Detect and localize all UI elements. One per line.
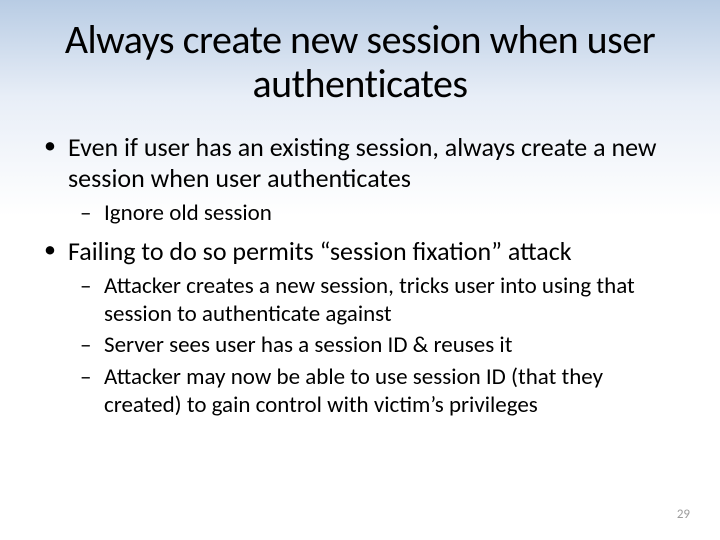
sub-bullet-item: Server sees user has a session ID & reus… [78,332,680,360]
page-number: 29 [677,507,690,522]
slide: Always create new session when user auth… [0,0,720,540]
slide-title: Always create new session when user auth… [40,18,680,106]
bullet-text: Failing to do so permits “session fixati… [68,235,572,267]
bullet-text: Even if user has an existing session, al… [68,131,657,194]
sub-bullet-list: Attacker creates a new session, tricks u… [68,273,680,419]
sub-bullet-item: Ignore old session [78,200,680,228]
sub-bullet-text: Server sees user has a session ID & reus… [104,331,512,359]
bullet-list: Even if user has an existing session, al… [40,132,680,419]
sub-bullet-text: Ignore old session [104,199,272,227]
bullet-item: Failing to do so permits “session fixati… [40,236,680,419]
sub-bullet-text: Attacker may now be able to use session … [104,363,603,419]
sub-bullet-text: Attacker creates a new session, tricks u… [104,272,635,328]
sub-bullet-item: Attacker may now be able to use session … [78,364,680,419]
sub-bullet-list: Ignore old session [68,200,680,228]
sub-bullet-item: Attacker creates a new session, tricks u… [78,273,680,328]
bullet-item: Even if user has an existing session, al… [40,132,680,228]
